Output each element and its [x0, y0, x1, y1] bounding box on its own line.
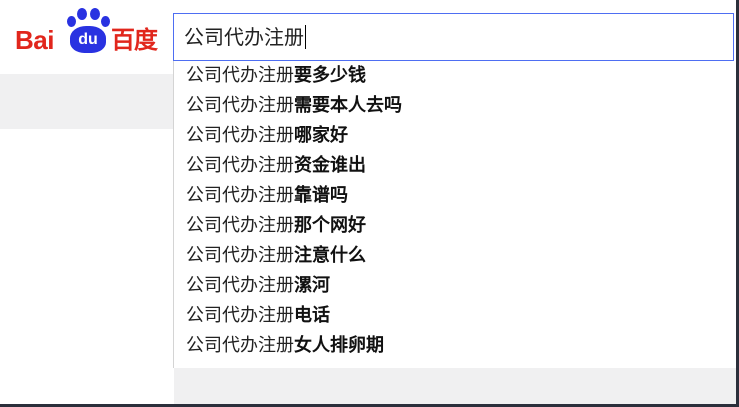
paw-toe-icon	[90, 8, 100, 20]
paw-toe-icon	[77, 8, 87, 20]
suggestion-prefix: 公司代办注册	[186, 155, 294, 176]
suggestion-completion: 那个网好	[294, 215, 366, 236]
text-caret	[305, 25, 306, 49]
suggestion-item[interactable]: 公司代办注册资金谁出	[186, 151, 366, 181]
suggestion-prefix: 公司代办注册	[186, 305, 294, 326]
suggestion-prefix: 公司代办注册	[186, 185, 294, 206]
suggestion-completion: 需要本人去吗	[294, 95, 402, 116]
suggestion-prefix: 公司代办注册	[186, 245, 294, 266]
suggestion-item[interactable]: 公司代办注册女人排卵期	[186, 331, 384, 361]
suggestion-completion: 哪家好	[294, 125, 348, 146]
suggestion-completion: 电话	[294, 305, 330, 326]
suggestion-item[interactable]: 公司代办注册哪家好	[186, 121, 348, 151]
suggestion-prefix: 公司代办注册	[186, 65, 294, 86]
logo-du-text: du	[78, 31, 98, 48]
dropdown-footer-background	[174, 368, 739, 407]
suggestion-prefix: 公司代办注册	[186, 215, 294, 236]
suggestion-item[interactable]: 公司代办注册靠谱吗	[186, 181, 348, 211]
suggestion-completion: 要多少钱	[294, 65, 366, 86]
suggestion-dropdown: 公司代办注册要多少钱 公司代办注册需要本人去吗 公司代办注册哪家好 公司代办注册…	[173, 61, 736, 368]
suggestion-item[interactable]: 公司代办注册漯河	[186, 271, 330, 301]
suggestion-item[interactable]: 公司代办注册注意什么	[186, 241, 366, 271]
search-input-text-wrap: 公司代办注册	[184, 14, 306, 60]
paw-toe-icon	[67, 16, 76, 27]
logo-bai-text: Bai	[15, 25, 54, 55]
page: Bai du 百度 公司代办注册 公司代办注册要多少钱 公司代办注册需要本人去吗…	[0, 0, 739, 407]
search-input-value: 公司代办注册	[184, 25, 304, 49]
paw-toe-icon	[101, 16, 110, 27]
baidu-logo[interactable]: Bai du 百度	[13, 8, 163, 58]
suggestion-prefix: 公司代办注册	[186, 95, 294, 116]
left-panel-background	[0, 74, 174, 129]
suggestion-prefix: 公司代办注册	[186, 275, 294, 296]
suggestion-item[interactable]: 公司代办注册需要本人去吗	[186, 91, 402, 121]
logo-chinese-text: 百度	[111, 26, 158, 54]
suggestion-prefix: 公司代办注册	[186, 335, 294, 356]
suggestion-completion: 靠谱吗	[294, 185, 348, 206]
suggestion-completion: 漯河	[294, 275, 330, 296]
suggestion-prefix: 公司代办注册	[186, 125, 294, 146]
suggestion-item[interactable]: 公司代办注册电话	[186, 301, 330, 331]
baidu-paw-icon: du	[67, 8, 111, 56]
suggestion-item[interactable]: 公司代办注册那个网好	[186, 211, 366, 241]
suggestion-completion: 注意什么	[294, 245, 366, 266]
search-input[interactable]: 公司代办注册	[173, 13, 734, 61]
suggestion-item[interactable]: 公司代办注册要多少钱	[186, 61, 366, 91]
suggestion-completion: 资金谁出	[294, 155, 366, 176]
suggestion-completion: 女人排卵期	[294, 335, 384, 356]
